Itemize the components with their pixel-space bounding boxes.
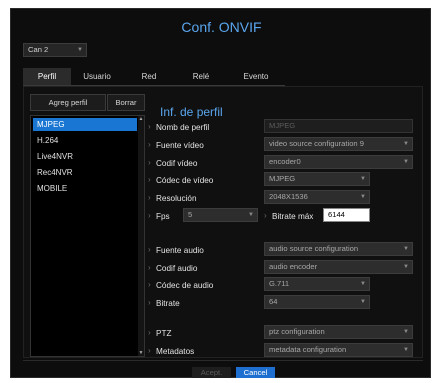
add-profile-button[interactable]: Agreg perfil: [30, 94, 106, 111]
ptz-label: PTZ: [148, 328, 171, 338]
audio-encoder-select[interactable]: audio encoder ▼: [264, 260, 413, 274]
audio-source-label: Fuente audio: [148, 245, 204, 255]
metadata-select[interactable]: metadata configuration ▼: [264, 343, 413, 357]
tab-bar: Perfil Usuario Red Relé Evento: [23, 68, 285, 86]
profile-item[interactable]: Live4NVR: [33, 150, 137, 163]
chevron-down-icon: ▼: [360, 176, 366, 182]
audio-codec-value: G.711: [269, 279, 290, 288]
profile-item[interactable]: Rec4NVR: [33, 166, 137, 179]
audio-encoder-label: Codif audio: [148, 263, 197, 273]
chevron-down-icon: ▼: [360, 299, 366, 305]
max-bitrate-label: Bitrate máx: [264, 211, 313, 221]
chevron-down-icon: ▼: [403, 347, 409, 353]
section-title: Inf. de perfil: [160, 105, 223, 119]
audio-codec-select[interactable]: G.711 ▼: [264, 277, 370, 291]
bitrate-select[interactable]: 64 ▼: [264, 295, 370, 309]
resolution-label: Resolución: [148, 193, 197, 203]
chevron-down-icon: ▼: [403, 264, 409, 270]
delete-profile-button[interactable]: Borrar: [107, 94, 145, 111]
fps-select[interactable]: 5 ▼: [183, 208, 258, 222]
max-bitrate-input[interactable]: 6144: [323, 208, 370, 222]
cancel-button[interactable]: Cancel: [236, 367, 275, 378]
tab-usuario[interactable]: Usuario: [71, 68, 123, 85]
apply-button[interactable]: Acept.: [192, 367, 231, 378]
tab-red[interactable]: Red: [123, 68, 175, 85]
scroll-down-icon[interactable]: ▼: [138, 350, 144, 356]
chevron-down-icon: ▼: [360, 281, 366, 287]
tab-perfil[interactable]: Perfil: [23, 68, 71, 85]
tab-evento[interactable]: Evento: [227, 68, 285, 85]
resolution-select[interactable]: 2048X1536 ▼: [264, 190, 370, 204]
chevron-down-icon: ▼: [360, 194, 366, 200]
video-source-value: video source configuration 9: [269, 139, 364, 148]
chevron-down-icon: ▼: [403, 246, 409, 252]
audio-codec-label: Códec de audio: [148, 280, 213, 290]
bitrate-value: 64: [269, 297, 278, 306]
video-source-select[interactable]: video source configuration 9 ▼: [264, 137, 413, 151]
profile-item[interactable]: MJPEG: [33, 118, 137, 131]
footer-bar: Acept. Cancel: [23, 360, 423, 381]
audio-source-select[interactable]: audio source configuration ▼: [264, 242, 413, 256]
chevron-down-icon: ▼: [77, 47, 83, 53]
window-title: Conf. ONVIF: [181, 19, 262, 35]
video-source-label: Fuente vídeo: [148, 140, 204, 150]
video-encoder-value: encoder0: [269, 157, 301, 166]
profile-list: MJPEG H.264 Live4NVR Rec4NVR MOBILE ▲ ▼: [30, 115, 145, 357]
profile-name-label: Nomb de perfil: [148, 122, 209, 132]
video-codec-label: Códec de vídeo: [148, 175, 213, 185]
fps-value: 5: [188, 210, 193, 219]
video-encoder-label: Codif vídeo: [148, 158, 197, 168]
ptz-value: ptz configuration: [269, 327, 325, 336]
fps-label: Fps: [148, 211, 170, 221]
chevron-down-icon: ▼: [248, 212, 254, 218]
profile-name-field: MJPEG: [264, 119, 413, 133]
metadata-label: Metadatos: [148, 346, 194, 356]
chevron-down-icon: ▼: [403, 329, 409, 335]
metadata-value: metadata configuration: [269, 345, 347, 354]
chevron-down-icon: ▼: [403, 141, 409, 147]
scroll-up-icon[interactable]: ▲: [138, 116, 144, 122]
profile-item[interactable]: H.264: [33, 134, 137, 147]
video-codec-value: MJPEG: [269, 174, 296, 183]
chevron-down-icon: ▼: [403, 159, 409, 165]
channel-value: Can 2: [28, 45, 49, 54]
audio-encoder-value: audio encoder: [269, 262, 318, 271]
video-codec-select[interactable]: MJPEG ▼: [264, 172, 370, 186]
ptz-select[interactable]: ptz configuration ▼: [264, 325, 413, 339]
audio-source-value: audio source configuration: [269, 244, 359, 253]
resolution-value: 2048X1536: [269, 192, 308, 201]
bitrate-label: Bitrate: [148, 298, 180, 308]
onvif-settings-window: Conf. ONVIF Can 2 ▼ Perfil Usuario Red R…: [10, 8, 431, 378]
profile-item[interactable]: MOBILE: [33, 182, 137, 195]
channel-select[interactable]: Can 2 ▼: [23, 43, 87, 57]
tab-rele[interactable]: Relé: [175, 68, 227, 85]
video-encoder-select[interactable]: encoder0 ▼: [264, 155, 413, 169]
profile-list-scrollbar[interactable]: ▲ ▼: [138, 116, 144, 356]
